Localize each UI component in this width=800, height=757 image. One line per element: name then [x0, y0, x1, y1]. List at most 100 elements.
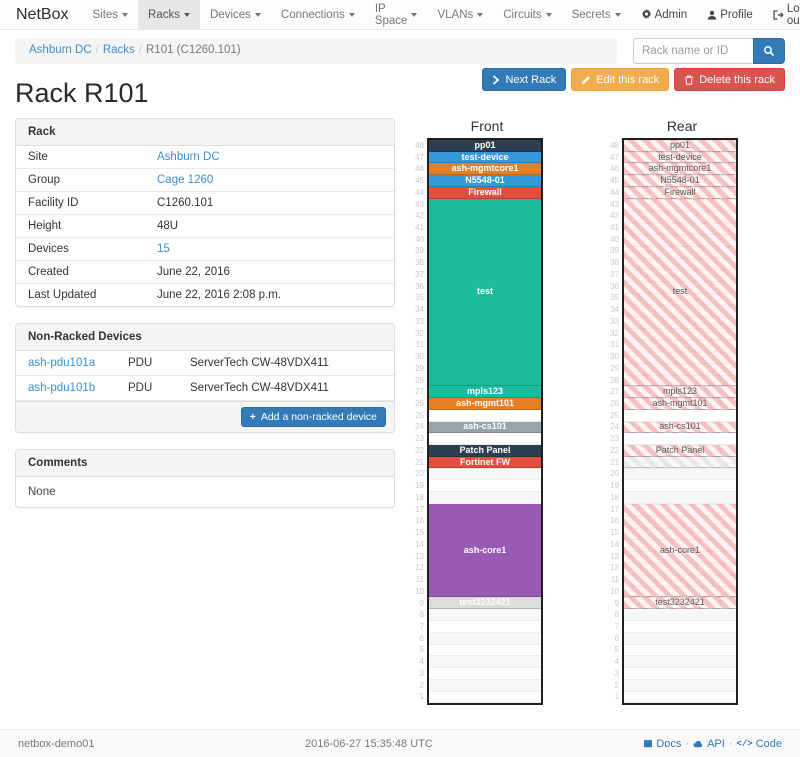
attr-value-link[interactable]: Cage 1260 — [157, 174, 213, 186]
empty-unit — [429, 692, 541, 704]
attr-label: Last Updated — [16, 284, 151, 306]
unit-number: 24 — [606, 422, 619, 434]
rack-device-rear-ash-mgmtcore1[interactable]: ash-mgmtcore1 — [624, 163, 736, 175]
unit-number: 40 — [411, 234, 424, 246]
unit-number: 18 — [606, 492, 619, 504]
rack-device-front-test[interactable]: test — [429, 199, 541, 387]
nav-item-connections[interactable]: Connections — [271, 0, 365, 29]
book-icon — [643, 739, 653, 749]
code-link[interactable]: </> Code — [737, 738, 783, 750]
chevron-down-icon — [255, 13, 261, 17]
docs-link[interactable]: Docs — [643, 738, 681, 750]
rack-device-rear-n5548-01[interactable]: N5548-01 — [624, 175, 736, 187]
comments-body: None — [16, 477, 394, 507]
nav-item-secrets[interactable]: Secrets — [562, 0, 631, 29]
nav-item-ip-space[interactable]: IP Space — [365, 0, 428, 29]
left-column: Rack SiteAshburn DCGroupCage 1260Facilit… — [15, 118, 395, 524]
rack-device-front-n5548-01[interactable]: N5548-01 — [429, 175, 541, 187]
unit-number: 1 — [606, 692, 619, 704]
rack-device-front-patch-panel[interactable]: Patch Panel — [429, 445, 541, 457]
rack-device-rear-test[interactable]: test — [624, 199, 736, 387]
breadcrumb-racks-link[interactable]: Racks — [103, 44, 135, 56]
rack-device-rear-patch-panel[interactable]: Patch Panel — [624, 445, 736, 457]
attr-label: Devices — [16, 238, 151, 260]
empty-unit — [624, 469, 736, 481]
unit-number: 46 — [411, 163, 424, 175]
attr-value: Ashburn DC — [151, 146, 394, 168]
unit-number: 16 — [411, 516, 424, 528]
unit-number: 31 — [411, 339, 424, 351]
device-link[interactable]: ash-pdu101a — [28, 357, 95, 369]
nav-item-racks[interactable]: Racks — [138, 0, 200, 29]
front-rack: pp01test-deviceash-mgmtcore1N5548-01Fire… — [427, 138, 543, 705]
unit-number: 1 — [411, 692, 424, 704]
rack-device-front-ash-mgmtcore1[interactable]: ash-mgmtcore1 — [429, 163, 541, 175]
chevron-down-icon — [546, 13, 552, 17]
nav-item-profile[interactable]: Profile — [697, 0, 763, 29]
rack-device-rear-ash-core1[interactable]: ash-core1 — [624, 504, 736, 598]
nav-item-admin[interactable]: Admin — [631, 0, 698, 29]
rack-attr-row: GroupCage 1260 — [16, 169, 394, 192]
rack-device-rear-test3232421[interactable]: test3232421 — [624, 597, 736, 609]
unit-number: 5 — [411, 645, 424, 657]
rack-device-rear-ash-mgmt101[interactable]: ash-mgmt101 — [624, 398, 736, 410]
nav-item-devices[interactable]: Devices — [200, 0, 271, 29]
unit-number: 28 — [411, 375, 424, 387]
rack-device-front-ash-mgmt101[interactable]: ash-mgmt101 — [429, 398, 541, 410]
delete-rack-button[interactable]: Delete this rack — [674, 68, 785, 91]
edit-rack-button[interactable]: Edit this rack — [571, 68, 669, 91]
unit-number: 6 — [606, 633, 619, 645]
rack-device-front-pp01[interactable]: pp01 — [429, 140, 541, 152]
unit-number: 21 — [411, 457, 424, 469]
unit-number: 12 — [606, 562, 619, 574]
rack-device-front-ash-cs101[interactable]: ash-cs101 — [429, 422, 541, 434]
attr-value-link[interactable]: 15 — [157, 243, 170, 255]
rack-device-front-test3232421[interactable]: test3232421 — [429, 597, 541, 609]
unit-number: 38 — [606, 257, 619, 269]
cloud-icon — [693, 739, 704, 748]
rack-device-front-firewall[interactable]: Firewall — [429, 187, 541, 199]
rack-device-front-test-device[interactable]: test-device — [429, 152, 541, 164]
rack-device-rear-firewall[interactable]: Firewall — [624, 187, 736, 199]
rack-attr-row: CreatedJune 22, 2016 — [16, 261, 394, 284]
search-button[interactable] — [753, 38, 785, 64]
unit-number: 22 — [606, 445, 619, 457]
unit-number: 37 — [606, 269, 619, 281]
rack-device-rear-mpls123[interactable]: mpls123 — [624, 386, 736, 398]
nav-item-sites[interactable]: Sites — [82, 0, 138, 29]
unit-number: 34 — [411, 304, 424, 316]
breadcrumb-site-link[interactable]: Ashburn DC — [29, 44, 92, 56]
cloud-icon-api-link[interactable]: API — [693, 738, 725, 750]
empty-unit — [624, 433, 736, 445]
unit-number: 9 — [606, 598, 619, 610]
unit-number: 15 — [606, 527, 619, 539]
attr-value: 48U — [151, 215, 394, 237]
brand-link[interactable]: NetBox — [0, 0, 82, 29]
attr-value-link[interactable]: Ashburn DC — [157, 151, 220, 163]
unit-number: 44 — [411, 187, 424, 199]
unit-number: 10 — [411, 586, 424, 598]
unit-number: 3 — [411, 668, 424, 680]
next-rack-button[interactable]: Next Rack — [482, 68, 566, 91]
rack-device-front-ash-core1[interactable]: ash-core1 — [429, 504, 541, 598]
rack-device-rear-ash-cs101[interactable]: ash-cs101 — [624, 422, 736, 434]
rack-device-rear-test-device[interactable]: test-device — [624, 152, 736, 164]
rack-device-rear-pp01[interactable]: pp01 — [624, 140, 736, 152]
unit-number: 18 — [411, 492, 424, 504]
nav-item-circuits[interactable]: Circuits — [493, 0, 561, 29]
search-input[interactable] — [633, 38, 753, 64]
unit-number: 39 — [606, 246, 619, 258]
unit-number: 27 — [606, 386, 619, 398]
device-link[interactable]: ash-pdu101b — [28, 382, 95, 394]
attr-value: June 22, 2016 — [151, 261, 394, 283]
empty-unit — [429, 621, 541, 633]
rack-device-front-fortinet-fw[interactable]: Fortinet FW — [429, 457, 541, 469]
rack-device-front-mpls123[interactable]: mpls123 — [429, 386, 541, 398]
nav-item-vlans[interactable]: VLANs — [427, 0, 493, 29]
unit-number: 48 — [411, 140, 424, 152]
add-nonracked-device-button[interactable]: + Add a non-racked device — [241, 407, 386, 427]
nav-item-logout[interactable]: Log out — [763, 0, 800, 29]
rack-panel: Rack SiteAshburn DCGroupCage 1260Facilit… — [15, 118, 395, 307]
unit-number: 43 — [606, 199, 619, 211]
footer-hostname: netbox-demo01 — [18, 738, 94, 750]
